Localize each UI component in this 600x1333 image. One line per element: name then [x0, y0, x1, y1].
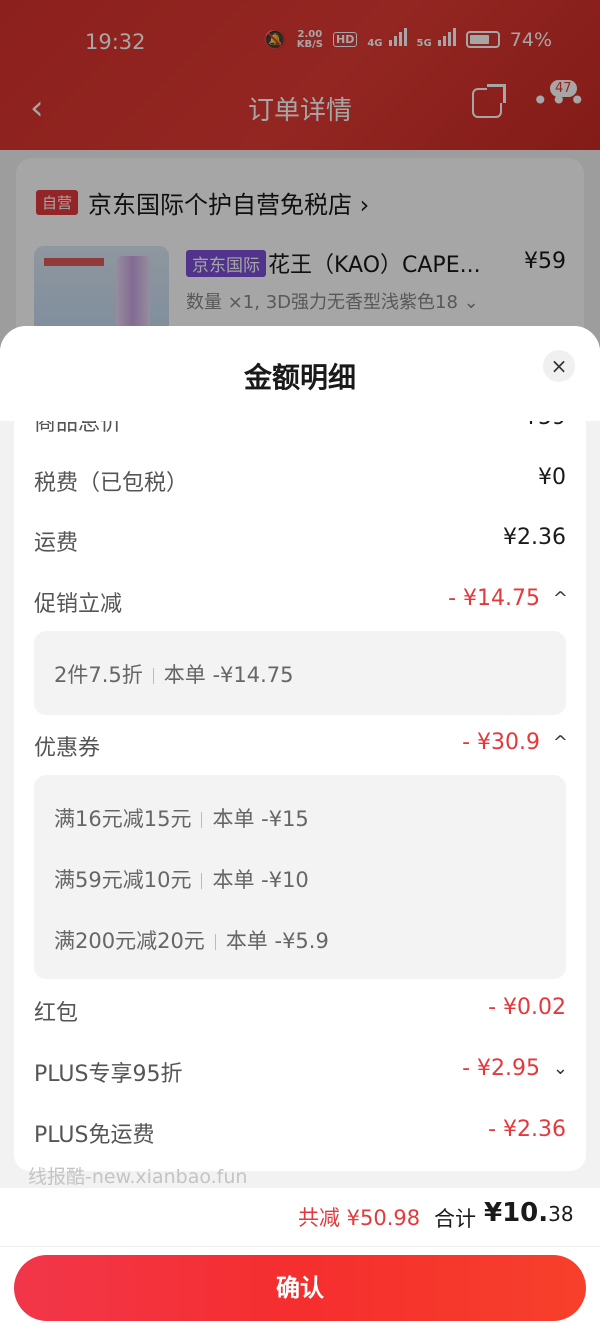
total-label: 合计: [434, 1207, 476, 1231]
close-button[interactable]: ×: [543, 350, 575, 382]
amount-detail-sheet: 金额明细 × 商品总价 ¥59 税费（已包税） ¥0 运费 ¥2.36 促销立减…: [0, 326, 600, 1333]
total-reduction: 共减 ¥50.98: [298, 1206, 421, 1230]
confirm-button[interactable]: 确认: [14, 1255, 586, 1321]
row-plus-shipping: PLUS免运费 - ¥2.36: [34, 1117, 566, 1148]
sheet-title: 金额明细: [243, 361, 356, 394]
row-promotion[interactable]: 促销立减 - ¥14.75 ^: [14, 582, 586, 622]
row-coupon[interactable]: 优惠券 - ¥30.9 ^: [14, 726, 586, 766]
chevron-up-icon[interactable]: ^: [553, 732, 568, 753]
coupon-detail-line: 满16元减15元 本单 -¥15: [54, 807, 309, 831]
amount-detail-list: 商品总价 ¥59 税费（已包税） ¥0 运费 ¥2.36 促销立减 - ¥14.…: [14, 421, 586, 1171]
coupon-detail-line: 满200元减20元 本单 -¥5.9: [54, 929, 329, 953]
row-goods-total: 商品总价 ¥59: [34, 421, 566, 436]
watermark-text: 线报酷-new.xianbao.fun: [28, 1166, 248, 1188]
sheet-header: 金额明细 ×: [0, 326, 600, 421]
total-amount: ¥10.38: [484, 1198, 574, 1228]
row-redpack: 红包 - ¥0.02: [34, 995, 566, 1026]
row-tax: 税费（已包税） ¥0: [34, 465, 566, 496]
chevron-down-icon[interactable]: ⌄: [553, 1058, 568, 1079]
chevron-up-icon[interactable]: ^: [553, 588, 568, 609]
row-shipping: 运费 ¥2.36: [34, 525, 566, 556]
summary-bar: 共减 ¥50.98 合计 ¥10.38: [0, 1188, 600, 1248]
coupon-detail-line: 满59元减10元 本单 -¥10: [54, 868, 309, 892]
row-plus-discount[interactable]: PLUS专享95折 - ¥2.95 ⌄: [14, 1052, 586, 1092]
coupon-detail-box: 满16元减15元 本单 -¥15 满59元减10元 本单 -¥10 满200元减20…: [34, 775, 566, 979]
promotion-detail-box: 2件7.5折 本单 -¥14.75: [34, 631, 566, 715]
promo-detail-line: 2件7.5折 本单 -¥14.75: [54, 663, 294, 687]
bottom-action-area: 确认: [0, 1246, 600, 1333]
